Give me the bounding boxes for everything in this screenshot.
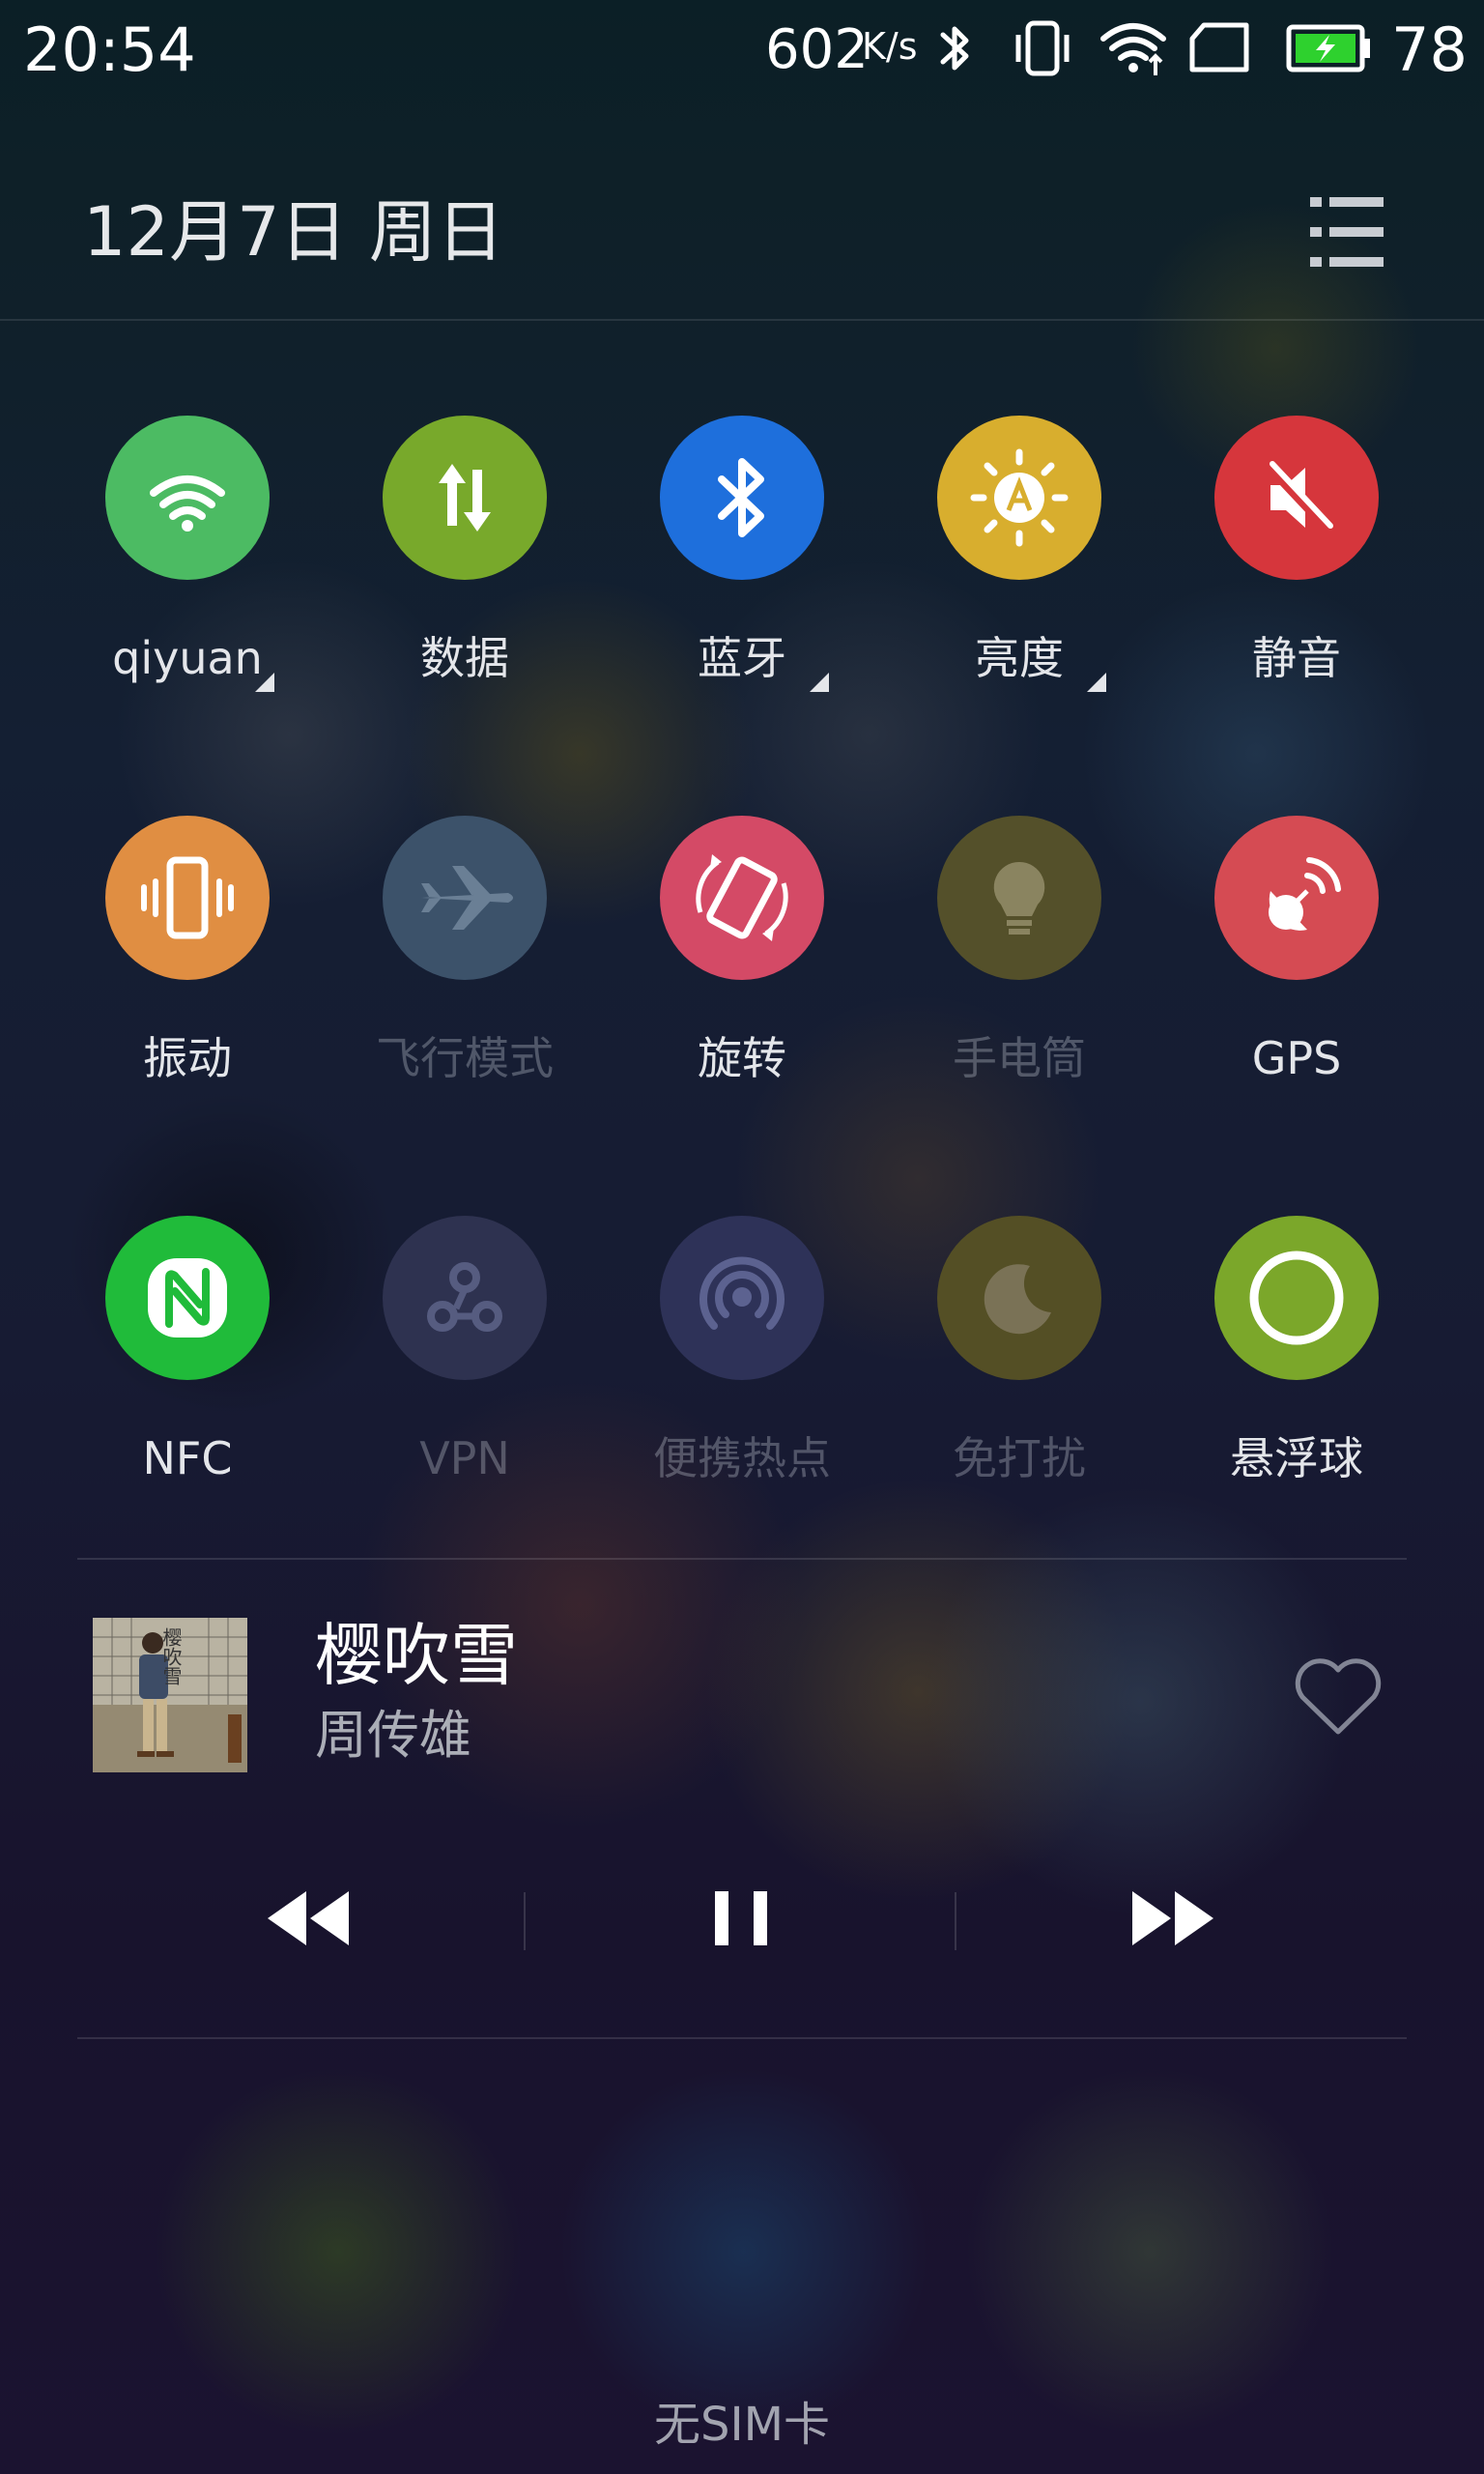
toggle-label: 悬浮球 [1230,1432,1363,1484]
album-art-title: 樱吹雪 [159,1627,183,1685]
song-title: 樱吹雪 [315,1616,518,1695]
status-bar: 20:54 602 K/s 78 [0,0,1484,101]
rotate-icon [660,816,824,980]
song-artist: 周传雄 [315,1705,471,1766]
expand-caret-icon[interactable] [1087,673,1106,692]
media-controls [0,1856,1484,1981]
expand-caret-icon[interactable] [810,673,829,692]
vibrate-icon [1009,17,1070,79]
toggle-label: 飞行模式 [376,1032,554,1084]
toggle-airplane-mode[interactable]: 飞行模式 [349,816,581,1135]
toggle-bluetooth[interactable]: 蓝牙 [626,416,858,734]
toggle-vpn[interactable]: VPN [349,1216,581,1535]
toggle-label: 免打扰 [953,1432,1086,1484]
header-divider [0,319,1484,321]
moon-icon [937,1216,1101,1380]
list-icon[interactable] [1306,191,1387,273]
toggle-label: VPN [419,1432,510,1484]
bluetooth-icon [926,17,984,79]
album-art[interactable]: 樱吹雪 [93,1618,247,1772]
toggle-hotspot[interactable]: 便携热点 [626,1216,858,1535]
toggle-label: 便携热点 [653,1432,831,1484]
toggle-label: NFC [142,1432,233,1484]
toggle-floating-ball[interactable]: 悬浮球 [1181,1216,1413,1535]
toggle-label: 手电筒 [953,1032,1086,1084]
expand-caret-icon[interactable] [255,673,274,692]
gps-icon [1214,816,1379,980]
next-icon[interactable] [1121,1870,1227,1967]
floating-ball-icon [1214,1216,1379,1380]
toggle-label: 静音 [1252,632,1341,684]
battery-charging-icon [1285,17,1372,79]
nfc-icon [105,1216,270,1380]
toggle-data[interactable]: 数据 [349,416,581,734]
airplane-icon [383,816,547,980]
toggle-rotate[interactable]: 旋转 [626,816,858,1135]
battery-level: 78 [1391,14,1468,85]
vibrate-icon [105,816,270,980]
wifi-icon [1099,17,1167,79]
brightness-auto-icon [937,416,1101,580]
carrier-label: 无SIM卡 [653,2398,831,2452]
heart-icon[interactable] [1285,1643,1391,1749]
data-icon [383,416,547,580]
toggle-mute[interactable]: 静音 [1181,416,1413,734]
mute-icon [1214,416,1379,580]
previous-icon[interactable] [256,1870,362,1967]
notification-header: 12月7日 周日 [0,174,1484,319]
toggle-label: 旋转 [698,1032,786,1084]
status-clock: 20:54 [23,14,196,85]
toggle-label: 振动 [143,1032,232,1084]
pause-icon[interactable] [688,1870,794,1967]
network-speed-unit: K/s [862,25,918,68]
toggle-nfc[interactable]: NFC [71,1216,303,1535]
vpn-icon [383,1216,547,1380]
media-separator [524,1892,526,1950]
toggle-brightness[interactable]: 亮度 [903,416,1135,734]
network-speed: 602 [765,18,869,81]
toggle-gps[interactable]: GPS [1181,816,1413,1135]
wifi-icon [105,416,270,580]
toggle-flashlight[interactable]: 手电筒 [903,816,1135,1135]
hotspot-icon [660,1216,824,1380]
toggle-do-not-disturb[interactable]: 免打扰 [903,1216,1135,1535]
bluetooth-icon [660,416,824,580]
no-sim-icon [1186,17,1254,79]
music-divider-top [77,1558,1407,1560]
music-divider-bottom [77,2037,1407,2039]
toggle-vibrate[interactable]: 振动 [71,816,303,1135]
flashlight-icon [937,816,1101,980]
date-label: 12月7日 周日 [83,192,504,272]
toggle-wifi[interactable]: qiyuan [71,416,303,734]
media-separator [955,1892,956,1950]
toggle-label: GPS [1251,1032,1342,1084]
toggle-label: 数据 [420,632,509,684]
